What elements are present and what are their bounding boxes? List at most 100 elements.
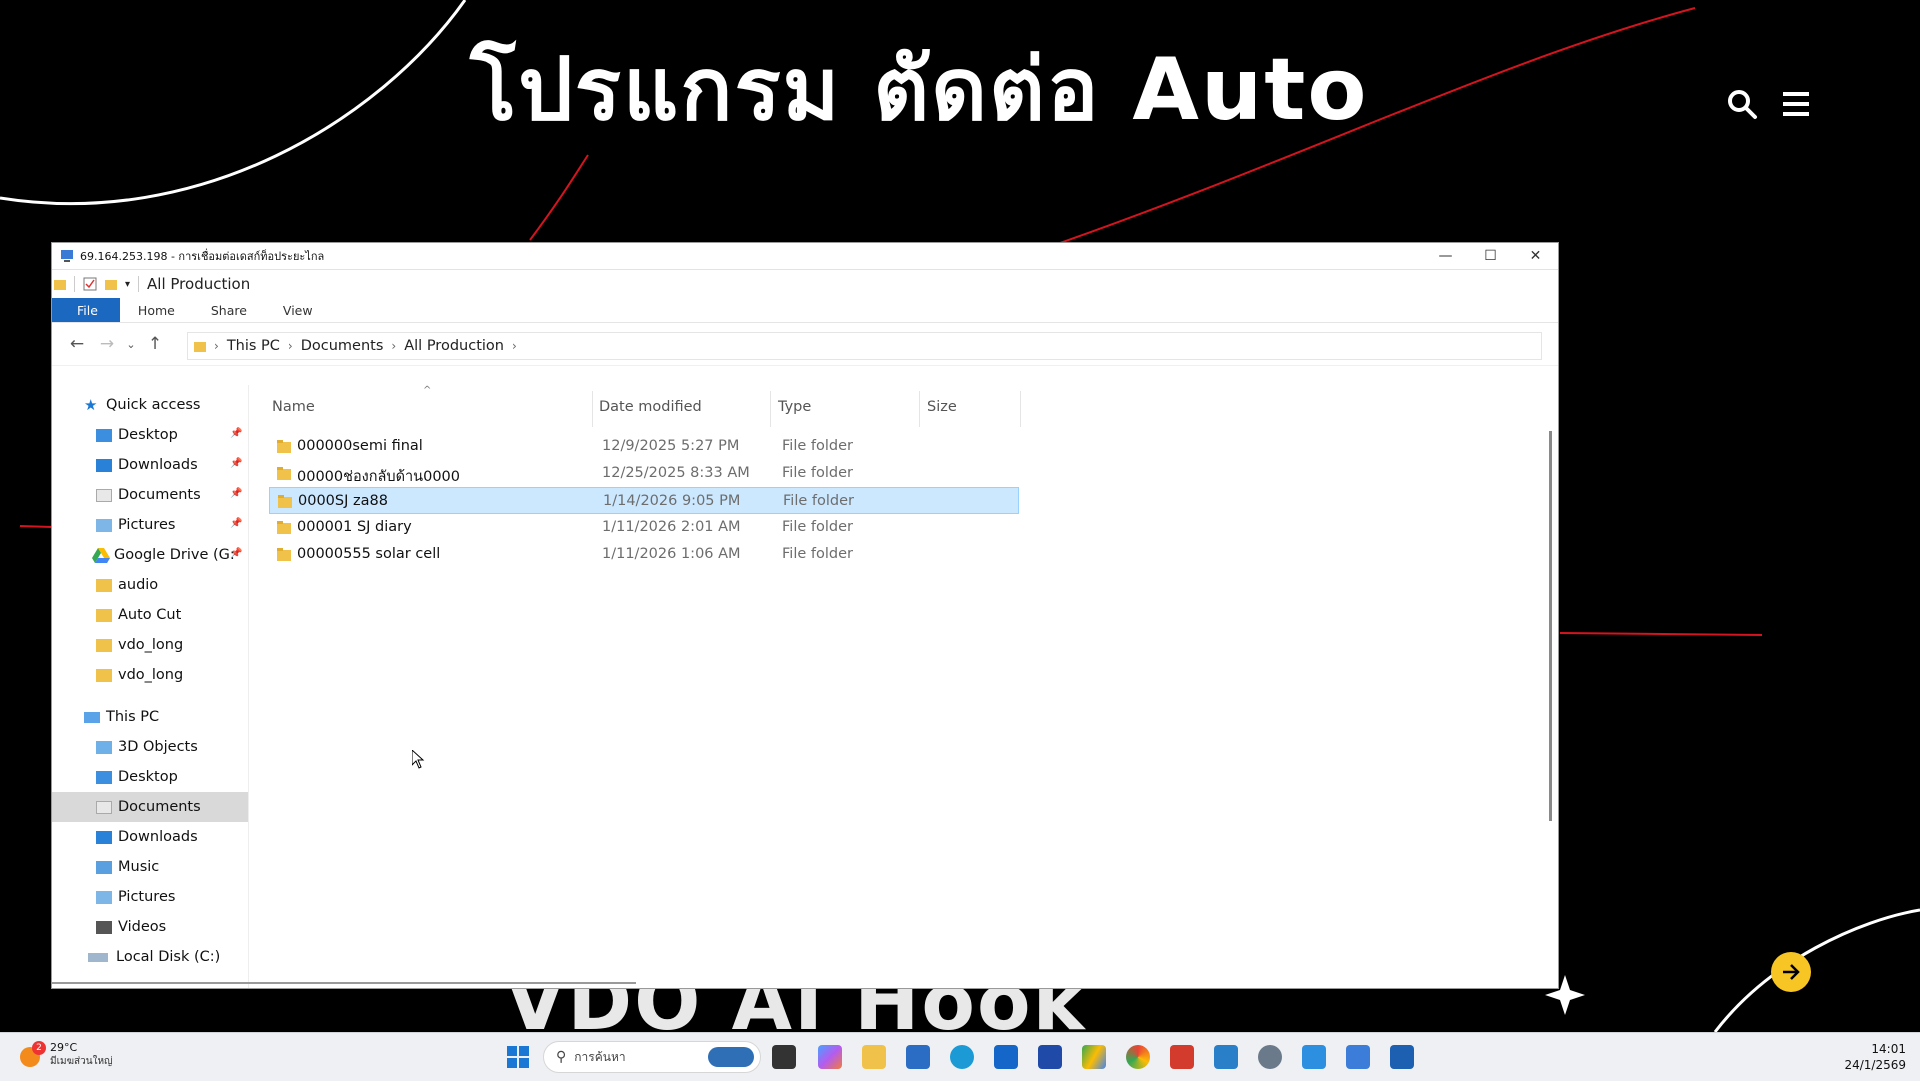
notepad-icon[interactable] <box>1346 1045 1370 1069</box>
address-bar[interactable]: › This PC › Documents › All Production › <box>187 332 1542 360</box>
file-row[interactable]: 000000semi final 12/9/2025 5:27 PM File … <box>269 433 1019 460</box>
pin-icon: 📌 <box>230 458 243 469</box>
sort-ascending-icon: ^ <box>423 385 432 396</box>
nav-item-3d-objects[interactable]: 3D Objects <box>52 732 248 762</box>
column-date-modified[interactable]: Date modified <box>599 399 702 415</box>
next-arrow-button[interactable] <box>1771 952 1811 992</box>
navigation-bar: ← → ⌄ ↑ › This PC › Documents › All Prod… <box>52 323 1558 366</box>
customize-toolbar-icon[interactable]: ▾ <box>125 279 130 290</box>
microsoft-store-icon[interactable] <box>906 1045 930 1069</box>
vertical-scrollbar[interactable] <box>1549 431 1552 821</box>
desktop-folder-icon <box>96 428 112 442</box>
task-view-icon[interactable] <box>772 1045 796 1069</box>
column-type[interactable]: Type <box>778 399 811 415</box>
ribbon-tabs: File Home Share View <box>52 298 1558 323</box>
file-explorer-icon[interactable] <box>862 1045 886 1069</box>
nav-item-google-drive[interactable]: Google Drive (G: 📌 <box>52 540 248 570</box>
clock-time: 14:01 <box>1871 1042 1906 1056</box>
google-drive-icon[interactable] <box>1082 1045 1106 1069</box>
up-arrow-icon[interactable]: ↑ <box>140 334 170 354</box>
search-highlight-icon <box>708 1047 754 1067</box>
tab-home[interactable]: Home <box>120 298 193 322</box>
banner-title: โปรแกรม ตัดต่อ Auto <box>470 40 1369 140</box>
nav-item-local-disk[interactable]: Local Disk (C:) <box>52 942 248 972</box>
file-row[interactable]: 00000ช่องกลับด้าน0000 12/25/2025 8:33 AM… <box>269 460 1019 487</box>
outlook-icon[interactable] <box>994 1045 1018 1069</box>
app-icon-2[interactable] <box>1302 1045 1326 1069</box>
chrome-icon[interactable] <box>1126 1045 1150 1069</box>
search-icon[interactable] <box>1726 88 1758 120</box>
file-row-selected[interactable]: 0000SJ za88 1/14/2026 9:05 PM File folde… <box>269 487 1019 514</box>
documents-folder-icon <box>96 488 112 502</box>
minimize-button[interactable]: — <box>1423 243 1468 269</box>
rdp-title-bar[interactable]: 69.164.253.198 - การเชื่อมต่อเดสก์ท็อประ… <box>52 243 1558 270</box>
arrow-right-icon <box>1783 964 1800 980</box>
folder-icon <box>96 668 112 682</box>
nav-item-videos[interactable]: Videos <box>52 912 248 942</box>
file-row[interactable]: 00000555 solar cell 1/11/2026 1:06 AM Fi… <box>269 541 1019 568</box>
weather-condition: มีเมฆส่วนใหญ่ <box>50 1056 113 1067</box>
taskbar-search-box[interactable]: ⚲ การค้นหา <box>543 1041 761 1073</box>
nav-item-pc-documents[interactable]: Documents <box>52 792 248 822</box>
nav-item-pc-downloads[interactable]: Downloads <box>52 822 248 852</box>
remote-app-icon[interactable] <box>1214 1045 1238 1069</box>
nav-item-audio[interactable]: audio <box>52 570 248 600</box>
settings-gear-icon[interactable] <box>1258 1045 1282 1069</box>
powerpoint-icon[interactable] <box>1170 1045 1194 1069</box>
nav-item-auto-cut[interactable]: Auto Cut <box>52 600 248 630</box>
weather-widget[interactable]: 2 29°C มีเมฆส่วนใหญ่ <box>20 1041 113 1069</box>
window-title: All Production <box>147 275 251 293</box>
3d-objects-folder-icon <box>96 740 112 754</box>
nav-item-vdo-long-2[interactable]: vdo_long <box>52 660 248 690</box>
nav-item-music[interactable]: Music <box>52 852 248 882</box>
recent-locations-chevron-icon[interactable]: ⌄ <box>122 338 140 351</box>
nav-this-pc[interactable]: This PC <box>52 702 248 732</box>
tab-file[interactable]: File <box>52 298 120 322</box>
folder-icon <box>277 467 291 480</box>
back-arrow-icon[interactable]: ← <box>62 334 92 354</box>
file-list-pane: ^ Name Date modified Type Size 000000sem… <box>267 385 1558 988</box>
nav-item-documents[interactable]: Documents 📌 <box>52 480 248 510</box>
folder-icon <box>96 608 112 622</box>
column-name[interactable]: Name <box>272 399 315 415</box>
weather-badge: 2 <box>32 1041 46 1055</box>
nav-item-desktop[interactable]: Desktop 📌 <box>52 420 248 450</box>
nav-item-pictures[interactable]: Pictures 📌 <box>52 510 248 540</box>
nav-item-pc-desktop[interactable]: Desktop <box>52 762 248 792</box>
quick-access-toolbar: ▾ All Production <box>52 270 1558 298</box>
windows-start-icon[interactable] <box>506 1045 530 1069</box>
nav-item-pc-pictures[interactable]: Pictures <box>52 882 248 912</box>
mouse-cursor-icon <box>412 750 425 769</box>
explorer-window: 69.164.253.198 - การเชื่อมต่อเดสก์ท็อประ… <box>52 243 1558 988</box>
nav-quick-access[interactable]: ★ Quick access <box>52 390 248 420</box>
download-folder-icon <box>96 458 112 472</box>
search-placeholder: การค้นหา <box>574 1049 626 1064</box>
rdp-title: 69.164.253.198 - การเชื่อมต่อเดสก์ท็อประ… <box>80 250 325 263</box>
hamburger-menu-icon[interactable] <box>1783 92 1809 116</box>
nav-item-vdo-long[interactable]: vdo_long <box>52 630 248 660</box>
new-folder-icon[interactable] <box>105 278 117 290</box>
breadcrumb-all-production[interactable]: All Production <box>404 338 504 354</box>
column-size[interactable]: Size <box>927 399 957 415</box>
tab-view[interactable]: View <box>265 298 331 322</box>
tab-share[interactable]: Share <box>193 298 265 322</box>
maximize-button[interactable]: ☐ <box>1468 243 1513 269</box>
app-icon[interactable] <box>1038 1045 1062 1069</box>
breadcrumb-this-pc[interactable]: This PC <box>227 338 280 354</box>
folder-icon <box>277 440 291 453</box>
copilot-icon[interactable] <box>818 1045 842 1069</box>
nav-item-downloads[interactable]: Downloads 📌 <box>52 450 248 480</box>
properties-icon[interactable] <box>83 277 97 291</box>
edge-browser-icon[interactable] <box>950 1045 974 1069</box>
remote-desktop-taskbar-icon[interactable] <box>1390 1045 1414 1069</box>
file-row[interactable]: 000001 SJ diary 1/11/2026 2:01 AM File f… <box>269 514 1019 541</box>
horizontal-scrollbar[interactable] <box>52 982 636 984</box>
close-button[interactable]: ✕ <box>1513 243 1558 269</box>
forward-arrow-icon[interactable]: → <box>92 334 122 354</box>
system-clock[interactable]: 14:01 24/1/2569 <box>1844 1041 1906 1073</box>
videos-folder-icon <box>96 920 112 934</box>
folder-icon <box>277 548 291 561</box>
remote-desktop-icon <box>61 250 73 262</box>
star-icon: ★ <box>84 396 98 414</box>
breadcrumb-documents[interactable]: Documents <box>301 338 384 354</box>
